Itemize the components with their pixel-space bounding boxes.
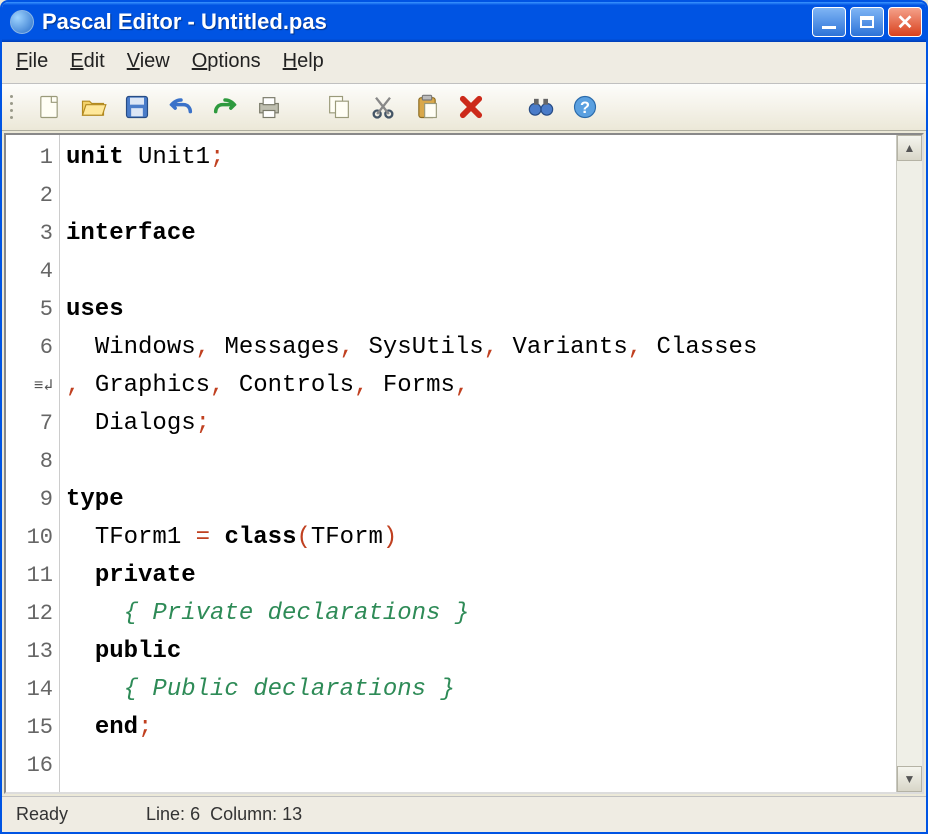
code-line[interactable]: end; — [66, 709, 896, 747]
delete-icon — [457, 93, 485, 121]
code-line[interactable]: public — [66, 633, 896, 671]
line-number: 16 — [6, 747, 53, 785]
maximize-button[interactable] — [850, 7, 884, 37]
undo-button[interactable] — [164, 90, 198, 124]
line-number: 3 — [6, 215, 53, 253]
line-number-gutter: 123456≡↲7891011121314151617 — [6, 135, 60, 792]
code-line[interactable] — [66, 253, 896, 291]
line-number: 17 — [6, 785, 53, 794]
paste-button[interactable] — [410, 90, 444, 124]
menu-help[interactable]: Help — [283, 50, 324, 73]
print-icon — [255, 93, 283, 121]
line-number: 2 — [6, 177, 53, 215]
close-button[interactable] — [888, 7, 922, 37]
line-number: 15 — [6, 709, 53, 747]
code-editor[interactable]: unit Unit1; interface uses Windows, Mess… — [60, 135, 896, 792]
code-line[interactable]: Dialogs; — [66, 405, 896, 443]
new-button[interactable] — [32, 90, 66, 124]
code-line[interactable] — [66, 747, 896, 785]
line-number: 9 — [6, 481, 53, 519]
app-window: Pascal Editor - Untitled.pas File Edit V… — [0, 0, 928, 834]
code-line[interactable]: { Public declarations } — [66, 671, 896, 709]
svg-text:?: ? — [580, 99, 590, 117]
code-line[interactable]: , Graphics, Controls, Forms, — [66, 367, 896, 405]
print-button[interactable] — [252, 90, 286, 124]
window-title: Pascal Editor - Untitled.pas — [42, 9, 812, 35]
help-button[interactable]: ? — [568, 90, 602, 124]
code-line[interactable]: Windows, Messages, SysUtils, Variants, C… — [66, 329, 896, 367]
open-button[interactable] — [76, 90, 110, 124]
status-ready: Ready — [16, 804, 146, 825]
delete-button[interactable] — [454, 90, 488, 124]
line-number: 14 — [6, 671, 53, 709]
binoculars-icon — [527, 93, 555, 121]
line-number: 1 — [6, 139, 53, 177]
undo-icon — [167, 93, 195, 121]
code-line[interactable] — [66, 177, 896, 215]
new-file-icon — [35, 93, 63, 121]
vertical-scrollbar[interactable]: ▲ ▼ — [896, 135, 922, 792]
window-buttons — [812, 7, 922, 37]
code-line[interactable]: unit Unit1; — [66, 139, 896, 177]
line-number: 7 — [6, 405, 53, 443]
redo-icon — [211, 93, 239, 121]
line-number: 10 — [6, 519, 53, 557]
menubar: File Edit View Options Help — [2, 42, 926, 84]
app-icon — [10, 10, 34, 34]
menu-options[interactable]: Options — [192, 50, 261, 73]
code-line[interactable]: TForm1 = class(TForm) — [66, 519, 896, 557]
cut-icon — [369, 93, 397, 121]
help-icon: ? — [571, 93, 599, 121]
line-number: 4 — [6, 253, 53, 291]
open-folder-icon — [79, 93, 107, 121]
save-icon — [123, 93, 151, 121]
line-number: 8 — [6, 443, 53, 481]
save-button[interactable] — [120, 90, 154, 124]
code-line[interactable]: type — [66, 481, 896, 519]
code-line[interactable]: private — [66, 557, 896, 595]
scroll-track[interactable] — [897, 161, 922, 766]
toolbar: ? — [2, 84, 926, 131]
paste-icon — [413, 93, 441, 121]
copy-button[interactable] — [322, 90, 356, 124]
statusbar: Ready Line: 6 Column: 13 — [2, 796, 926, 832]
code-line[interactable]: { Private declarations } — [66, 595, 896, 633]
line-number: 12 — [6, 595, 53, 633]
copy-icon — [325, 93, 353, 121]
status-position: Line: 6 Column: 13 — [146, 804, 302, 825]
code-line[interactable]: uses — [66, 291, 896, 329]
line-number: 5 — [6, 291, 53, 329]
menu-edit[interactable]: Edit — [70, 50, 104, 73]
line-number: 11 — [6, 557, 53, 595]
scroll-down-button[interactable]: ▼ — [897, 766, 922, 792]
code-line[interactable]: var — [66, 785, 896, 794]
titlebar[interactable]: Pascal Editor - Untitled.pas — [2, 2, 926, 42]
redo-button[interactable] — [208, 90, 242, 124]
wrap-indicator-icon: ≡↲ — [6, 367, 53, 405]
cut-button[interactable] — [366, 90, 400, 124]
menu-file[interactable]: File — [16, 50, 48, 73]
line-number: 13 — [6, 633, 53, 671]
line-number: 6 — [6, 329, 53, 367]
toolbar-grip[interactable] — [10, 91, 18, 123]
find-button[interactable] — [524, 90, 558, 124]
menu-view[interactable]: View — [127, 50, 170, 73]
minimize-button[interactable] — [812, 7, 846, 37]
editor-area: 123456≡↲7891011121314151617 unit Unit1; … — [4, 133, 924, 794]
code-line[interactable]: interface — [66, 215, 896, 253]
code-line[interactable] — [66, 443, 896, 481]
scroll-up-button[interactable]: ▲ — [897, 135, 922, 161]
